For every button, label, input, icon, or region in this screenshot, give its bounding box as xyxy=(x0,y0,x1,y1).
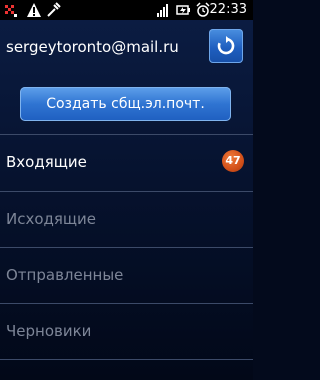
status-time: 22:33 xyxy=(209,2,247,17)
alarm-icon xyxy=(196,2,210,18)
compose-email-button[interactable]: Создать сбщ.эл.почт. xyxy=(20,87,231,121)
folder-outbox[interactable]: Исходящие xyxy=(0,192,253,248)
divider xyxy=(0,359,253,360)
folder-sent[interactable]: Отправленные xyxy=(0,248,253,304)
usb-debug-icon xyxy=(45,2,61,18)
folder-drafts[interactable]: Черновики xyxy=(0,304,253,360)
folder-label: Отправленные xyxy=(6,266,124,284)
signal-icon xyxy=(156,2,170,18)
folder-label: Исходящие xyxy=(6,210,97,228)
refresh-button[interactable] xyxy=(209,29,243,63)
battery-icon xyxy=(175,2,191,18)
account-row: sergeytoronto@mail.ru xyxy=(0,20,253,78)
folder-label: Черновики xyxy=(6,322,92,340)
status-bar: 22:33 xyxy=(0,0,253,20)
unread-count-badge: 47 xyxy=(222,150,244,172)
missed-call-icon xyxy=(4,2,18,18)
warning-icon xyxy=(26,2,42,18)
email-folder-screen: sergeytoronto@mail.ru Создать сбщ.эл.поч… xyxy=(0,20,253,380)
refresh-icon xyxy=(217,36,235,55)
account-email: sergeytoronto@mail.ru xyxy=(6,38,179,56)
folder-inbox[interactable]: Входящие 47 xyxy=(0,135,253,191)
folder-label: Входящие xyxy=(6,153,87,171)
